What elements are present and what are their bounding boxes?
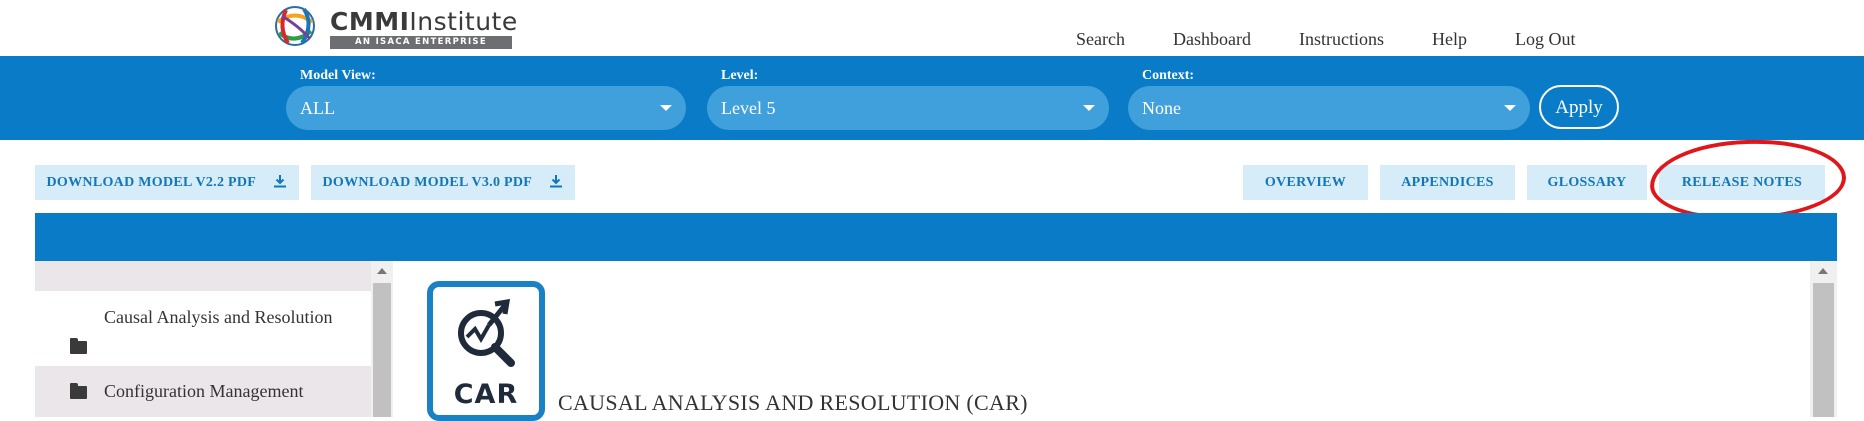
folder-icon: [70, 383, 87, 399]
model-view-value: ALL: [300, 98, 335, 118]
level-filter: Level: Level 5: [707, 68, 1109, 130]
main-scroll-thumb[interactable]: [1813, 283, 1834, 417]
globe-icon: [275, 6, 315, 46]
car-process-icon: CAR: [427, 281, 545, 421]
top-header: CMMIInstitute AN ISACA ENTERPRISE Search…: [0, 0, 1864, 56]
level-label: Level:: [721, 68, 759, 83]
download-icon: [274, 175, 287, 188]
sidebar: Causal Analysis and Resolution Configura…: [35, 261, 371, 417]
logo-word-cmmi: CMMI: [330, 7, 410, 36]
sidebar-item-label: Causal Analysis and Resolution: [104, 307, 333, 327]
chevron-down-icon: [660, 105, 672, 111]
sidebar-top-row: [35, 261, 371, 291]
cmmi-logo[interactable]: CMMIInstitute AN ISACA ENTERPRISE: [274, 5, 517, 49]
level-value: Level 5: [721, 98, 776, 118]
logo-tagline: AN ISACA ENTERPRISE: [330, 36, 512, 49]
download-icon: [550, 175, 563, 188]
level-select[interactable]: Level 5: [707, 86, 1109, 130]
nav-log-out[interactable]: Log Out: [1515, 29, 1576, 50]
content-header-band: [35, 213, 1837, 261]
download-v22-label: DOWNLOAD MODEL V2.2 PDF: [46, 175, 256, 190]
main-scrollbar[interactable]: [1810, 261, 1837, 417]
scroll-up-arrow-icon[interactable]: [377, 268, 387, 274]
sidebar-scrollbar[interactable]: [371, 261, 393, 417]
page-title: CAUSAL ANALYSIS AND RESOLUTION (CAR): [558, 390, 1028, 415]
scroll-up-arrow-icon[interactable]: [1818, 268, 1828, 274]
sidebar-item-label: Configuration Management: [104, 381, 304, 401]
annotation-circle: [1648, 137, 1848, 223]
nav-search[interactable]: Search: [1076, 29, 1125, 50]
context-filter: Context: None: [1128, 68, 1530, 130]
sidebar-scroll-thumb[interactable]: [373, 283, 391, 417]
nav-instructions[interactable]: Instructions: [1299, 29, 1384, 50]
model-view-label: Model View:: [300, 68, 376, 83]
apply-button[interactable]: Apply: [1539, 85, 1619, 129]
appendices-button[interactable]: APPENDICES: [1380, 165, 1515, 200]
logo-word-institute: Institute: [409, 7, 518, 36]
download-v30-button[interactable]: DOWNLOAD MODEL V3.0 PDF: [311, 165, 575, 200]
context-value: None: [1142, 98, 1181, 118]
nav-help[interactable]: Help: [1432, 29, 1467, 50]
chevron-down-icon: [1083, 105, 1095, 111]
model-view-select[interactable]: ALL: [286, 86, 686, 130]
context-select[interactable]: None: [1128, 86, 1530, 130]
logo-wordmark: CMMIInstitute: [330, 7, 518, 36]
analysis-magnifier-icon: [458, 298, 515, 367]
top-nav: Search Dashboard Instructions Help Log O…: [1076, 29, 1575, 50]
sidebar-item-cm[interactable]: Configuration Management: [35, 366, 371, 417]
chevron-down-icon: [1504, 105, 1516, 111]
download-v30-label: DOWNLOAD MODEL V3.0 PDF: [322, 175, 532, 190]
car-icon-label: CAR: [453, 379, 519, 410]
nav-dashboard[interactable]: Dashboard: [1173, 29, 1251, 50]
download-v22-button[interactable]: DOWNLOAD MODEL V2.2 PDF: [35, 165, 299, 200]
context-label: Context:: [1142, 68, 1195, 83]
overview-button[interactable]: OVERVIEW: [1243, 165, 1368, 200]
model-view-filter: Model View: ALL: [286, 68, 686, 130]
main-content: CAR CAUSAL ANALYSIS AND RESOLUTION (CAR): [393, 261, 1810, 421]
glossary-button[interactable]: GLOSSARY: [1527, 165, 1647, 200]
folder-icon: [70, 338, 87, 354]
